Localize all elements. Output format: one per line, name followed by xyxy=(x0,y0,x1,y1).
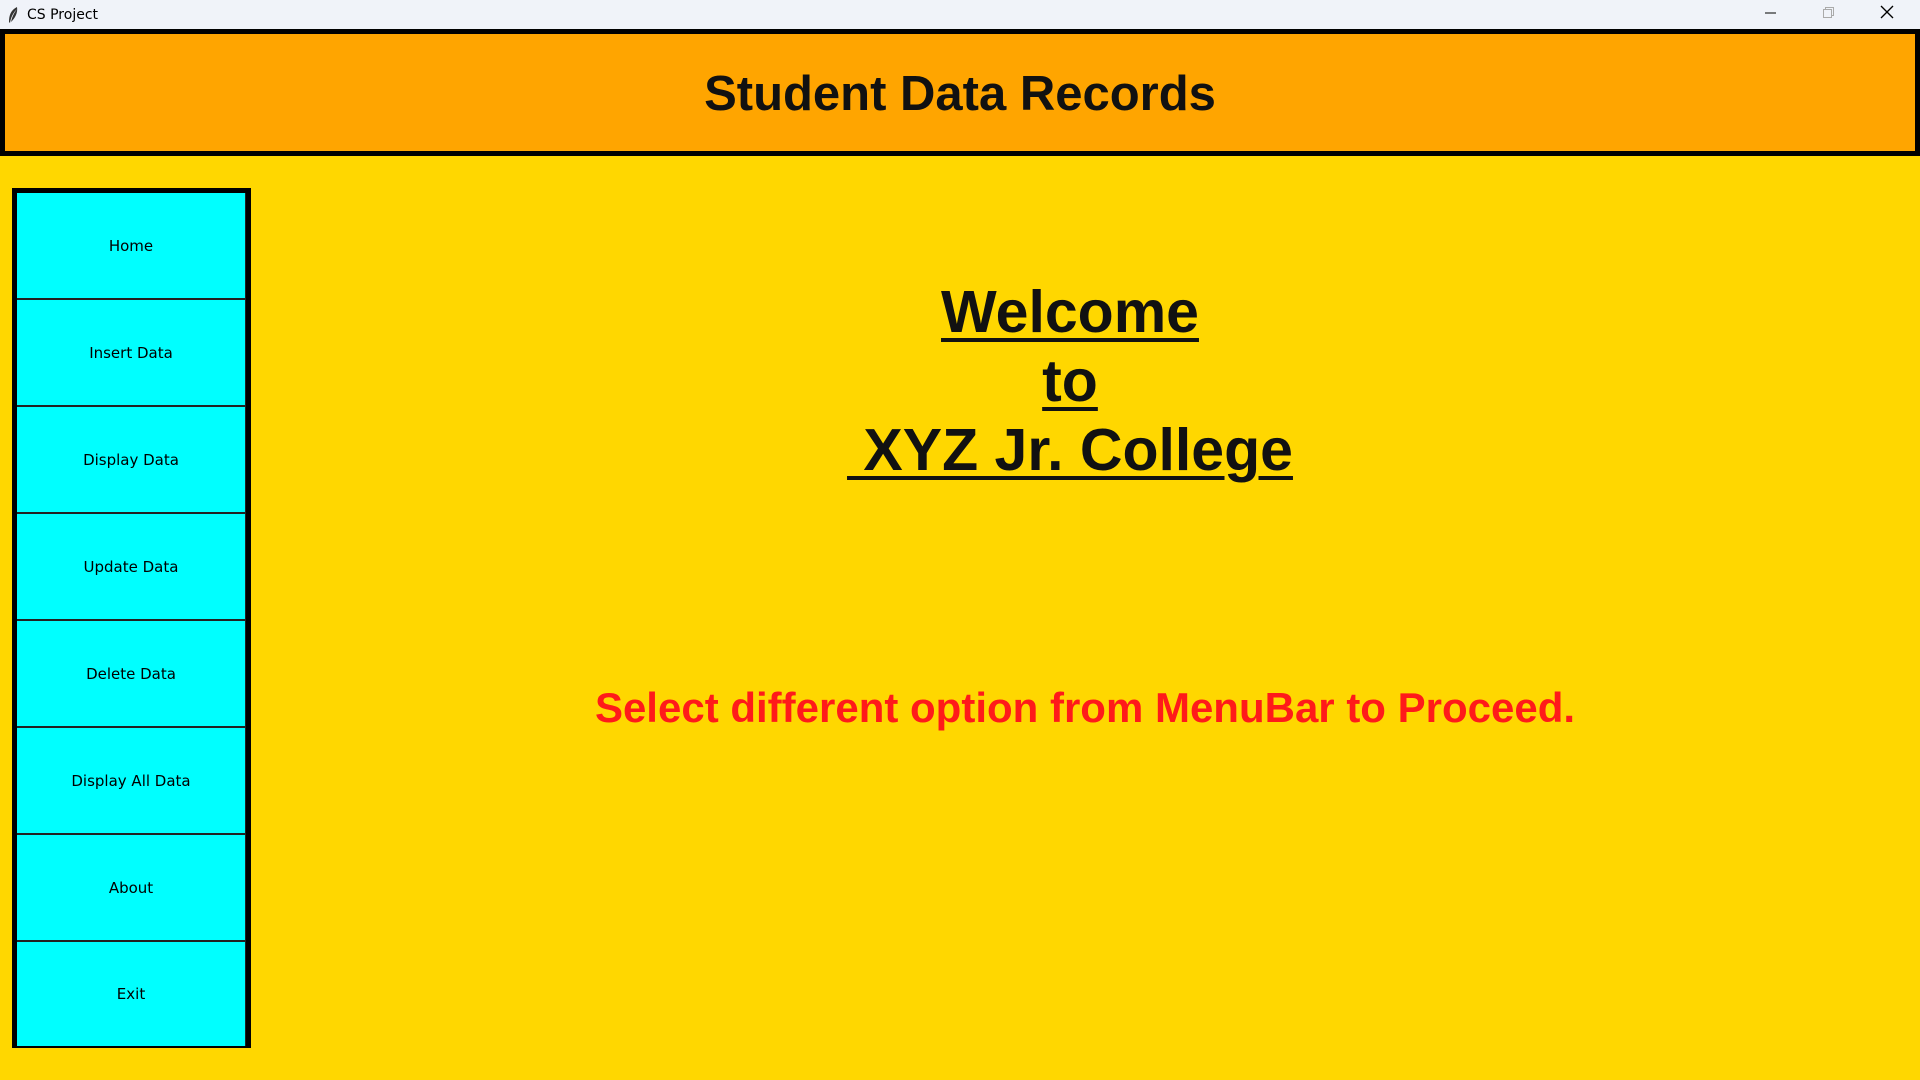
nav-display-all-data-button[interactable]: Display All Data xyxy=(17,728,246,835)
nav-home-button[interactable]: Home xyxy=(17,193,246,300)
minimize-icon xyxy=(1765,6,1777,24)
header-banner: Student Data Records xyxy=(0,29,1920,156)
nav-label: Update Data xyxy=(83,557,179,576)
page-title: Student Data Records xyxy=(704,66,1216,121)
nav-label: Display All Data xyxy=(71,771,191,790)
app-window: CS Project Student Data Records Home Ins… xyxy=(0,0,1920,1080)
nav-exit-button[interactable]: Exit xyxy=(17,942,246,1046)
window-title: CS Project xyxy=(27,6,99,23)
nav-delete-data-button[interactable]: Delete Data xyxy=(17,621,246,728)
maximize-icon xyxy=(1823,6,1835,24)
feather-icon xyxy=(4,5,22,25)
welcome-line-1: Welcome xyxy=(941,279,1199,345)
instruction-text: Select different option from MenuBar to … xyxy=(594,684,1576,731)
nav-about-button[interactable]: About xyxy=(17,835,246,942)
welcome-heading: Welcome to XYZ Jr. College xyxy=(770,278,1370,485)
minimize-button[interactable] xyxy=(1742,0,1800,29)
nav-insert-data-button[interactable]: Insert Data xyxy=(17,300,246,407)
close-icon xyxy=(1880,5,1894,24)
nav-label: Insert Data xyxy=(89,343,173,362)
nav-label: About xyxy=(108,878,154,897)
maximize-button[interactable] xyxy=(1800,0,1858,29)
nav-update-data-button[interactable]: Update Data xyxy=(17,514,246,621)
nav-label: Display Data xyxy=(83,450,179,469)
welcome-line-3: XYZ Jr. College xyxy=(847,417,1293,483)
nav-label: Home xyxy=(108,236,154,255)
nav-label: Delete Data xyxy=(86,664,176,683)
nav-label: Exit xyxy=(116,985,146,1003)
title-bar[interactable]: CS Project xyxy=(0,0,1920,29)
welcome-line-2: to xyxy=(1042,348,1098,414)
nav-display-data-button[interactable]: Display Data xyxy=(17,407,246,514)
close-button[interactable] xyxy=(1858,0,1916,29)
sidebar-menu: Home Insert Data Display Data Update Dat… xyxy=(12,188,251,1048)
